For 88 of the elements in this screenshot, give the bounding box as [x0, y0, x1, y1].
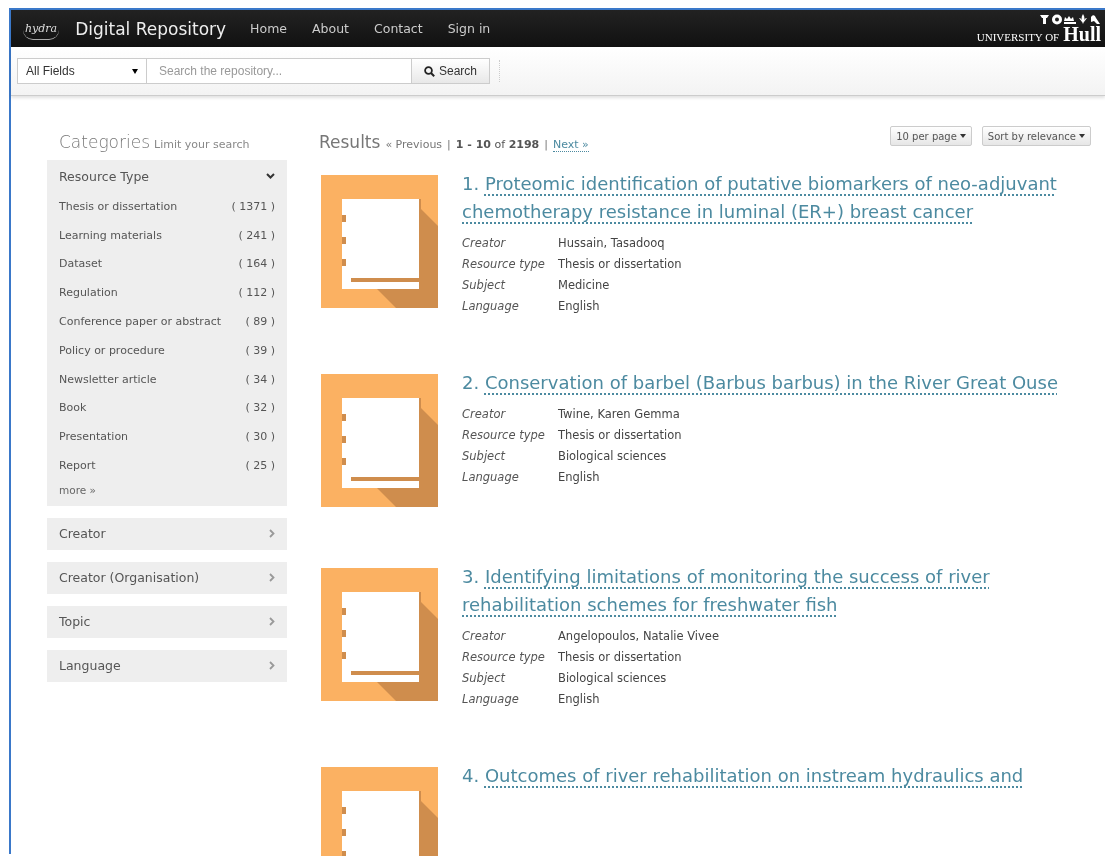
sort-dropdown[interactable]: Sort by relevance [981, 126, 1091, 146]
caret-icon [1079, 134, 1085, 138]
nav-link[interactable]: About [312, 21, 349, 36]
university-logo-name: Hull [1063, 25, 1101, 43]
categories-subtitle: Limit your search [154, 138, 250, 151]
facet-header[interactable]: Creator (Organisation) [47, 561, 287, 594]
hydra-logo[interactable]: hydra [23, 17, 60, 40]
field-value: Twine, Karen Gemma [558, 407, 681, 421]
nav-link[interactable]: Home [250, 21, 288, 36]
result-title-link[interactable]: 4. Outcomes of river rehabilitation on instream hydraulics and [462, 762, 1082, 790]
university-logo-text: UNIVERSITY OF [976, 31, 1060, 43]
field-value: Biological sciences [558, 671, 668, 685]
field-label: Subject [462, 278, 507, 292]
facet-count: ( 89 ) [245, 315, 275, 329]
field-label: Creator [462, 407, 507, 421]
facet-item-link[interactable]: Policy or procedure [59, 343, 165, 357]
field-value: Angelopoulos, Natalie Vivee [558, 629, 720, 643]
document-thumbnail-icon [321, 175, 438, 308]
field-value: English [558, 299, 601, 313]
search-icon [424, 65, 435, 77]
facet-item-link[interactable]: Book [59, 401, 87, 415]
facet-count: ( 164 ) [238, 257, 275, 271]
field-label: Creator [462, 629, 507, 643]
separator: | [447, 138, 451, 151]
per-page-dropdown[interactable]: 10 per page [890, 126, 972, 146]
facet-count: ( 25 ) [245, 459, 275, 473]
search-button[interactable]: Search [412, 58, 490, 84]
field-value: English [558, 692, 601, 706]
field-label: Language [462, 299, 520, 313]
field-value: Thesis or dissertation [558, 257, 683, 271]
caret-icon [959, 134, 966, 138]
facet-header[interactable]: Resource Type [47, 160, 287, 192]
field-label: Subject [462, 449, 507, 463]
field-value: Thesis or dissertation [558, 428, 683, 442]
facet-item-link[interactable]: Report [59, 459, 96, 473]
chevron-right-icon [269, 661, 275, 671]
document-thumbnail-icon [321, 568, 438, 701]
search-field-dropdown[interactable]: All Fields [17, 58, 147, 84]
facet-count: ( 30 ) [245, 430, 275, 444]
field-label: Language [462, 470, 520, 484]
field-value: Medicine [558, 278, 611, 292]
results-range: 1 - 10 of 2198 [455, 138, 540, 151]
results-heading: Results [319, 132, 381, 152]
more-link[interactable]: more » [47, 479, 287, 506]
search-input[interactable]: Search the repository... [147, 58, 412, 84]
facet-count: ( 112 ) [238, 286, 275, 300]
result-title-link[interactable]: 2. Conservation of barbel (Barbus barbus) in the River Great Ouse [462, 369, 1082, 397]
chevron-right-icon [269, 529, 275, 539]
field-value: Hussain, Tasadooq [558, 236, 666, 250]
field-label: Resource type [462, 428, 546, 442]
chevron-down-icon [266, 173, 275, 179]
caret-icon [132, 68, 138, 74]
facet-item-link[interactable]: Thesis or dissertation [59, 199, 178, 213]
facet-item-link[interactable]: Dataset [59, 257, 103, 271]
crest-drawing [1039, 14, 1101, 25]
result-title-link[interactable]: 3. Identifying limitations of monitoring the success of river rehabilitation schemes for freshwater fish [462, 563, 1082, 619]
categories-heading: Categories [59, 132, 151, 152]
site-title-link[interactable]: Digital Repository [75, 18, 227, 39]
nav-link[interactable]: Contact [374, 21, 423, 36]
field-label: Creator [462, 236, 507, 250]
field-label: Language [462, 692, 520, 706]
result-title-link[interactable]: 1. Proteomic identification of putative biomarkers of neo-adjuvant chemotherapy resistance in luminal (ER+) breast cancer [462, 170, 1082, 226]
facet-header[interactable]: Language [47, 649, 287, 682]
facet-count: ( 39 ) [245, 343, 275, 357]
previous-link[interactable]: « Previous [385, 138, 443, 151]
chevron-right-icon [269, 573, 275, 583]
facet-count: ( 1371 ) [231, 199, 275, 213]
next-link[interactable]: Next » [552, 138, 589, 152]
facet-header[interactable]: Topic [47, 605, 287, 638]
facet-item-link[interactable]: Presentation [59, 430, 129, 444]
field-value: English [558, 470, 601, 484]
chevron-right-icon [269, 617, 275, 627]
separator: | [544, 138, 548, 151]
facet-count: ( 241 ) [238, 228, 275, 242]
field-value: Thesis or dissertation [558, 650, 683, 664]
document-thumbnail-icon [321, 374, 438, 507]
nav-link[interactable]: Sign in [447, 21, 491, 36]
facet-item-link[interactable]: Regulation [59, 286, 118, 300]
field-label: Resource type [462, 650, 546, 664]
field-label: Resource type [462, 257, 546, 271]
facet-item-link[interactable]: Conference paper or abstract [59, 315, 221, 329]
facet-item-link[interactable]: Learning materials [59, 228, 162, 242]
facet-item-link[interactable]: Newsletter article [59, 372, 157, 386]
field-value: Biological sciences [558, 449, 668, 463]
facet-header[interactable]: Creator [47, 517, 287, 550]
facet-count: ( 34 ) [245, 372, 275, 386]
field-label: Subject [462, 671, 507, 685]
facet-count: ( 32 ) [245, 401, 275, 415]
